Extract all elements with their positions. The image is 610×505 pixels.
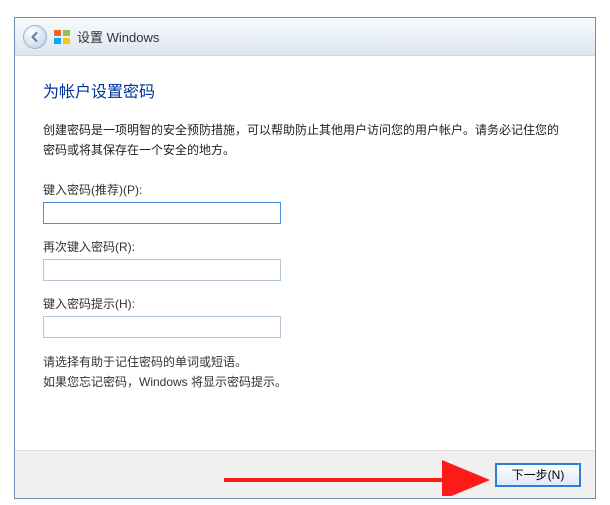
content-area: 为帐户设置密码 创建密码是一项明智的安全预防措施，可以帮助防止其他用户访问您的用… [15, 56, 595, 450]
password-hint-label: 键入密码提示(H): [43, 295, 567, 312]
helper-line-1: 请选择有助于记住密码的单词或短语。 [43, 352, 567, 372]
footer-bar: 下一步(N) [15, 450, 595, 498]
helper-line-2: 如果您忘记密码，Windows 将显示密码提示。 [43, 372, 567, 392]
password-field-group: 键入密码(推荐)(P): [43, 181, 567, 224]
helper-text: 请选择有助于记住密码的单词或短语。 如果您忘记密码，Windows 将显示密码提… [43, 352, 567, 393]
window-title: 设置 Windows [77, 27, 159, 46]
page-description: 创建密码是一项明智的安全预防措施，可以帮助防止其他用户访问您的用户帐户。请务必记… [43, 120, 567, 161]
back-arrow-icon [29, 31, 41, 43]
next-button[interactable]: 下一步(N) [495, 463, 581, 487]
password-hint-field-group: 键入密码提示(H): [43, 295, 567, 338]
windows-logo-icon [53, 29, 71, 45]
titlebar: 设置 Windows [15, 18, 595, 56]
confirm-password-field-group: 再次键入密码(R): [43, 238, 567, 281]
password-input[interactable] [43, 202, 281, 224]
confirm-password-label: 再次键入密码(R): [43, 238, 567, 255]
password-hint-input[interactable] [43, 316, 281, 338]
back-button[interactable] [23, 25, 47, 49]
setup-window: 设置 Windows 为帐户设置密码 创建密码是一项明智的安全预防措施，可以帮助… [14, 17, 596, 499]
password-label: 键入密码(推荐)(P): [43, 181, 567, 198]
confirm-password-input[interactable] [43, 259, 281, 281]
page-heading: 为帐户设置密码 [43, 78, 567, 102]
